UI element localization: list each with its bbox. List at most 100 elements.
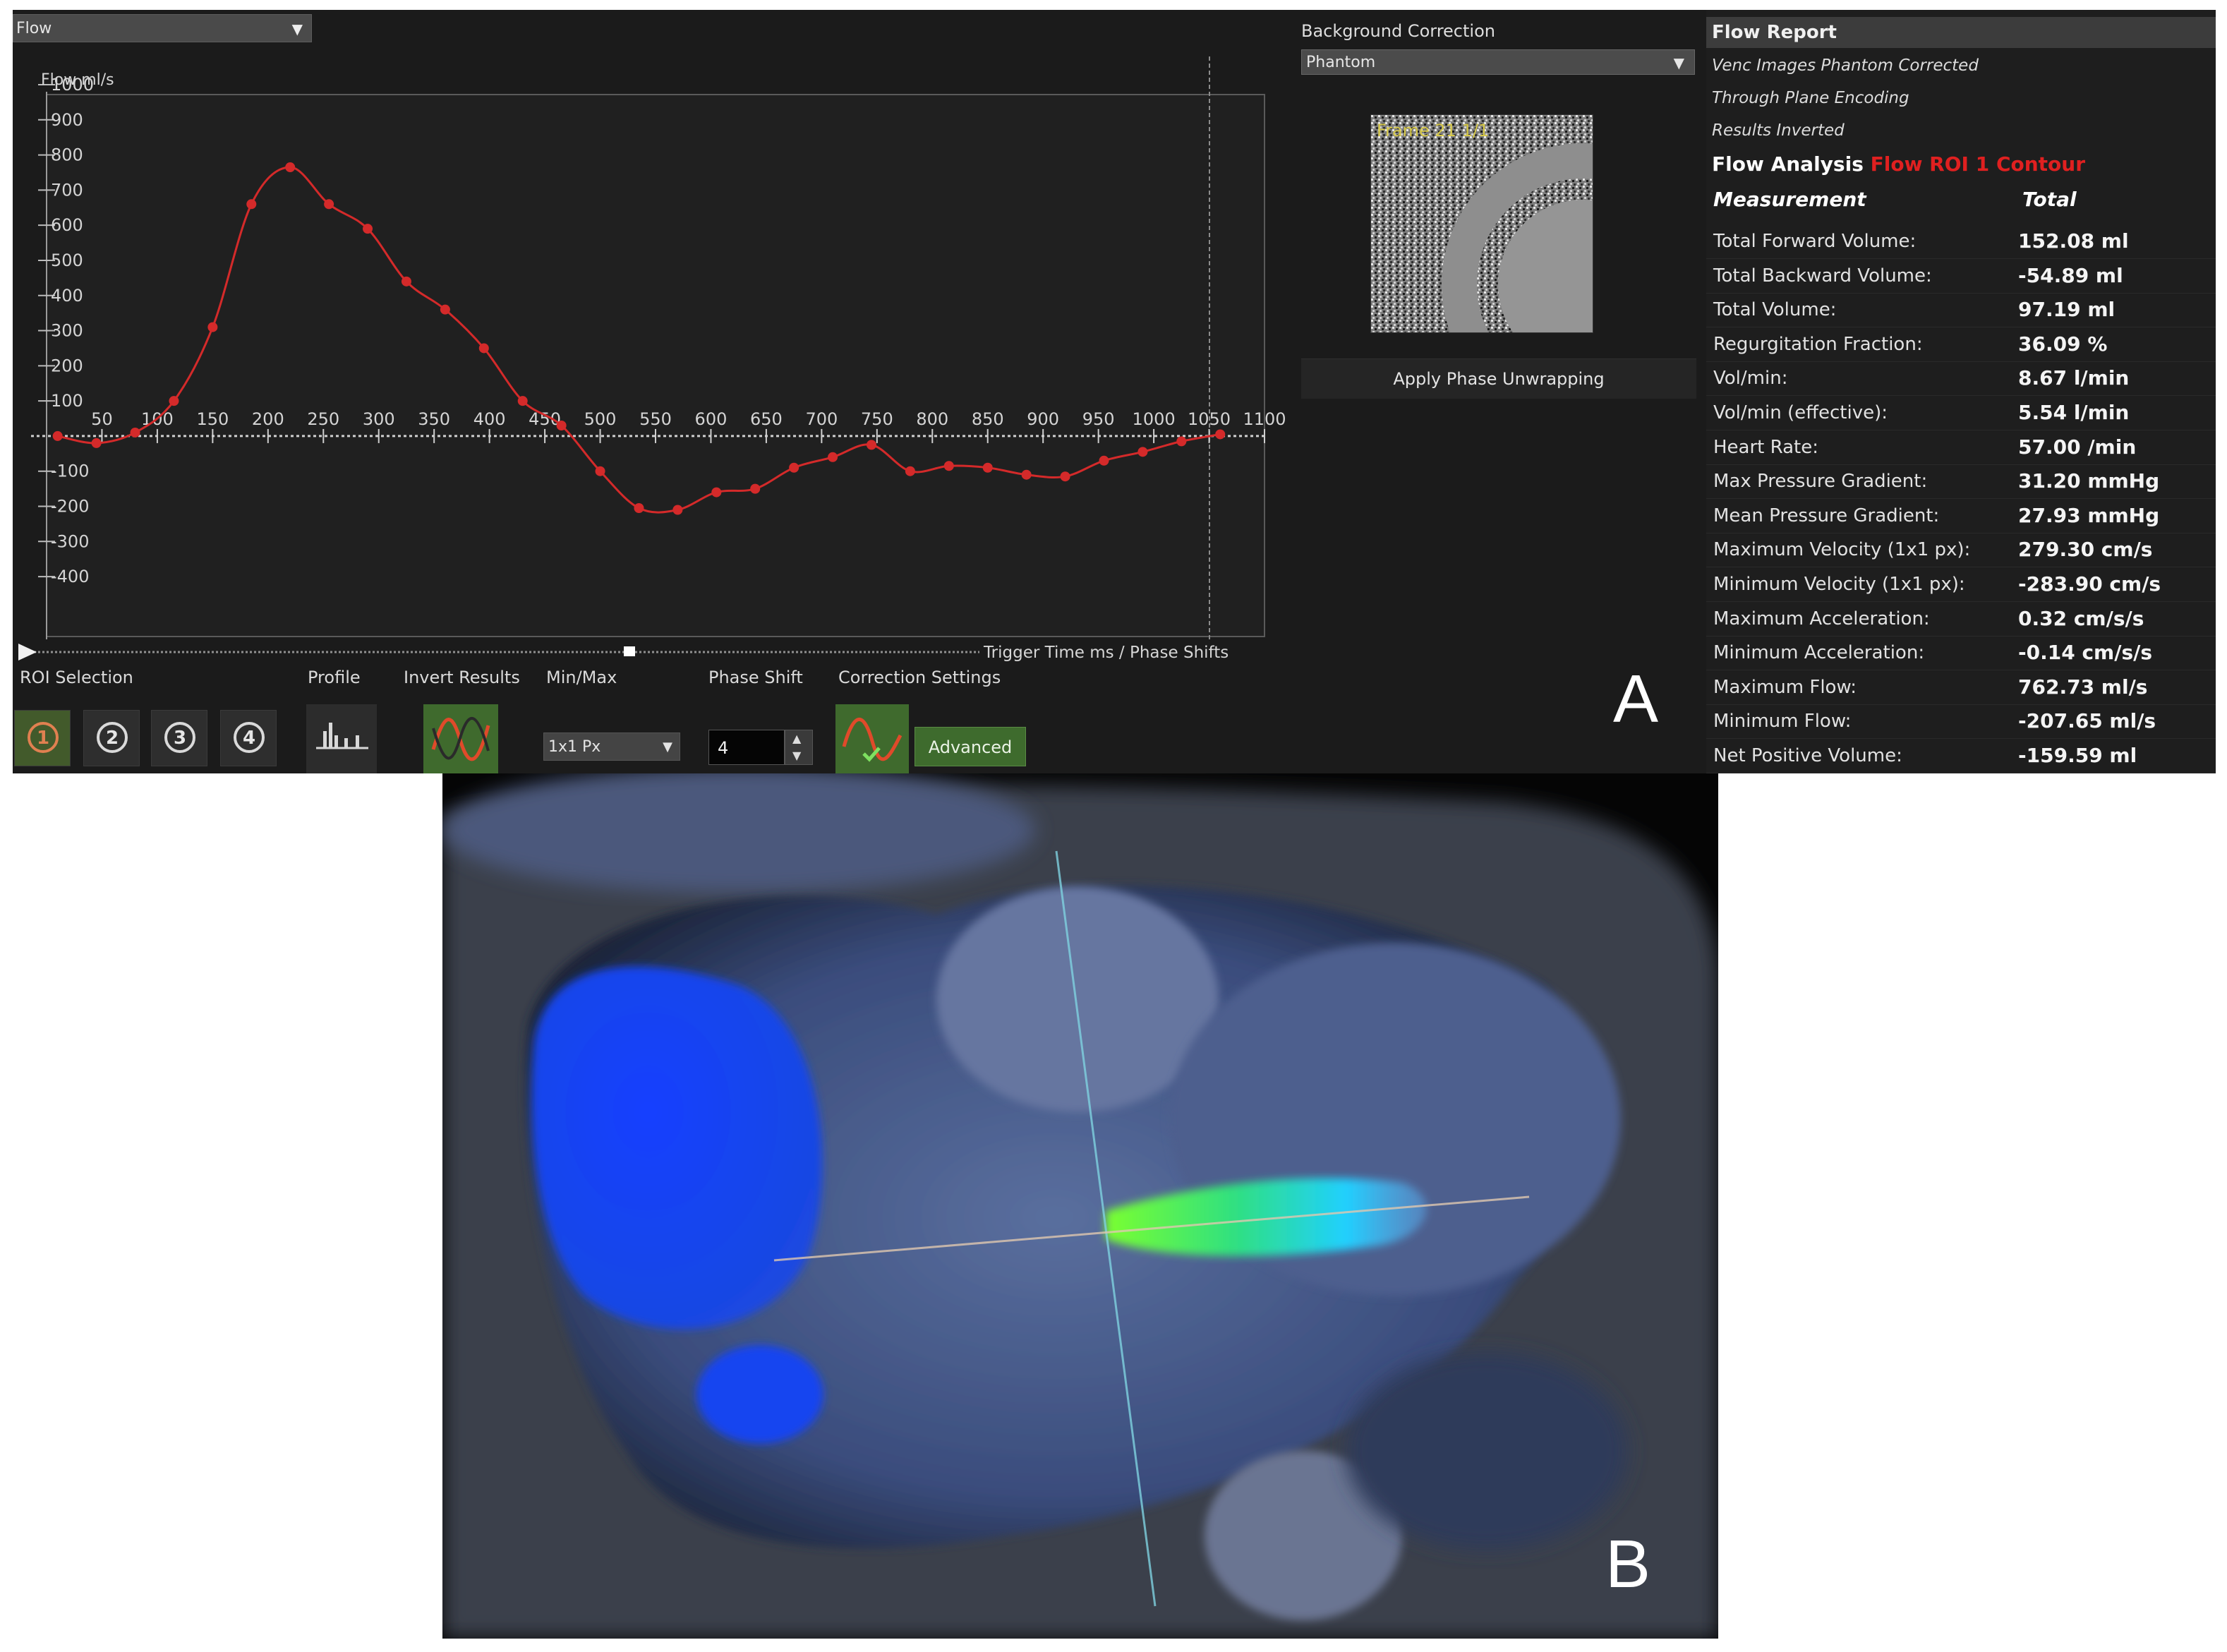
report-row: Maximum Flow: 762.73 ml/s (1706, 670, 2216, 705)
panel-label-b: B (1605, 1526, 1651, 1602)
x-tick-label: 150 (196, 409, 229, 429)
data-point (363, 224, 373, 234)
x-tick-label: 800 (916, 409, 948, 429)
column-header-total: Total (2022, 188, 2077, 211)
x-tick-label: 550 (639, 409, 672, 429)
data-point (52, 430, 63, 441)
roi-button-4[interactable]: 4 (220, 710, 277, 766)
data-point (711, 487, 722, 498)
measurement-label: Minimum Velocity (1x1 px): (1713, 574, 1965, 595)
y-tick-label: 100 (51, 391, 83, 411)
x-tick-label: 300 (363, 409, 395, 429)
correction-settings-button[interactable] (835, 704, 909, 773)
roi-number: 4 (234, 722, 265, 753)
cardiac-mri-image: B (442, 773, 1718, 1639)
minmax-label: Min/Max (546, 668, 617, 687)
measurement-label: Minimum Acceleration: (1713, 642, 1925, 664)
phase-shift-stepper[interactable]: ▲ ▼ (785, 730, 813, 765)
thumbnail-frame-label: Frame 21 1/1 (1377, 121, 1490, 140)
report-row: Maximum Acceleration: 0.32 cm/s/s (1706, 602, 2216, 637)
measurement-value: -159.59 ml (2018, 744, 2137, 767)
phantom-thumbnail: Frame 21 1/1 (1370, 114, 1593, 333)
phase-shift-input[interactable]: 4 (708, 730, 785, 765)
phantom-thumbnail-image (1371, 115, 1593, 332)
roi-selection-label: ROI Selection (20, 668, 133, 687)
data-point (401, 276, 411, 287)
apply-phase-unwrapping-button[interactable]: Apply Phase Unwrapping (1301, 358, 1696, 399)
data-point (1060, 471, 1070, 482)
report-row: Vol/min: 8.67 l/min (1706, 361, 2216, 397)
y-tick-label: -300 (51, 531, 89, 551)
measurement-label: Total Volume: (1713, 299, 1837, 321)
play-icon[interactable] (18, 644, 37, 661)
x-tick-label: 400 (473, 409, 506, 429)
background-correction-dropdown[interactable]: Phantom ▼ (1301, 49, 1695, 75)
x-tick-label: 1000 (1133, 409, 1176, 429)
chevron-down-icon[interactable]: ▼ (792, 749, 801, 762)
report-note: Results Inverted (1712, 121, 1845, 140)
x-tick-label: 950 (1082, 409, 1115, 429)
data-point (672, 505, 683, 515)
data-point (169, 396, 179, 406)
x-tick-label: 850 (972, 409, 1004, 429)
roi-button-1[interactable]: 1 (14, 710, 71, 766)
background-correction-label: Background Correction (1301, 21, 1495, 41)
measurement-value: -0.14 cm/s/s (2018, 641, 2153, 665)
measurement-label: Vol/min (effective): (1713, 402, 1888, 423)
y-tick-label: 600 (51, 215, 83, 235)
correction-wave-icon (842, 718, 903, 762)
chevron-down-icon: ▼ (663, 740, 672, 754)
time-slider-handle[interactable] (624, 646, 635, 656)
data-point (595, 466, 605, 476)
measurement-label: Maximum Velocity (1x1 px): (1713, 539, 1971, 561)
measurement-value: -283.90 cm/s (2018, 572, 2161, 596)
measurement-label: Heart Rate: (1713, 436, 1819, 458)
data-point (943, 461, 954, 471)
phase-shift-label: Phase Shift (708, 668, 803, 687)
report-note: Through Plane Encoding (1712, 89, 1909, 107)
measurement-label: Maximum Flow: (1713, 676, 1857, 698)
roi-number: 1 (28, 722, 59, 753)
invert-results-button[interactable] (423, 704, 498, 773)
measurement-label: Mean Pressure Gradient: (1713, 505, 1940, 526)
flow-report-panel: Flow Report Venc Images Phantom Correcte… (1706, 10, 2216, 773)
data-point (1215, 429, 1226, 440)
data-point (982, 462, 993, 473)
data-point (828, 452, 838, 462)
roi-button-3[interactable]: 3 (151, 710, 207, 766)
data-point (1176, 436, 1187, 447)
minmax-dropdown[interactable]: 1x1 Px ▼ (543, 732, 680, 761)
y-tick-label: 800 (51, 145, 83, 165)
roi-button-2[interactable]: 2 (83, 710, 140, 766)
chevron-up-icon[interactable]: ▲ (792, 732, 801, 745)
data-point (556, 420, 567, 430)
minmax-value: 1x1 Px (548, 738, 601, 756)
x-tick-label: 200 (252, 409, 284, 429)
measurement-value: 279.30 cm/s (2018, 538, 2153, 562)
y-tick-label: 200 (51, 356, 83, 375)
data-point (1137, 447, 1148, 457)
measurement-value: 152.08 ml (2018, 229, 2129, 253)
chevron-down-icon: ▼ (291, 20, 303, 37)
y-axis-label: Flow ml/s (41, 71, 114, 89)
x-tick-label: 50 (91, 409, 113, 429)
flow-chart-svg: 1000 900 800 700 600 500 400 300 200 100 -100 -200 -… (18, 56, 1286, 662)
advanced-button[interactable]: Advanced (915, 727, 1026, 766)
measurement-value: 57.00 /min (2018, 435, 2137, 459)
x-tick-label: 250 (307, 409, 339, 429)
x-tick-label: 500 (584, 409, 617, 429)
plot-frame (46, 94, 1265, 637)
measurement-value: 5.54 l/min (2018, 401, 2130, 424)
measurement-label: Net Positive Volume: (1713, 745, 1902, 766)
measurement-value: 36.09 % (2018, 332, 2108, 356)
mode-dropdown[interactable]: Flow ▼ (13, 14, 312, 42)
report-row: Total Forward Volume: 152.08 ml (1706, 224, 2216, 259)
y-tick-label: -200 (51, 497, 89, 517)
measurement-value: 97.19 ml (2018, 298, 2116, 322)
profile-button[interactable] (306, 704, 377, 773)
flow-analysis-roi: Flow ROI 1 Contour (1870, 152, 2086, 176)
report-row: Minimum Velocity (1x1 px): -283.90 cm/s (1706, 567, 2216, 602)
report-row: Net Positive Volume: -159.59 ml (1706, 739, 2216, 773)
data-point (324, 199, 334, 210)
data-point (440, 304, 450, 315)
